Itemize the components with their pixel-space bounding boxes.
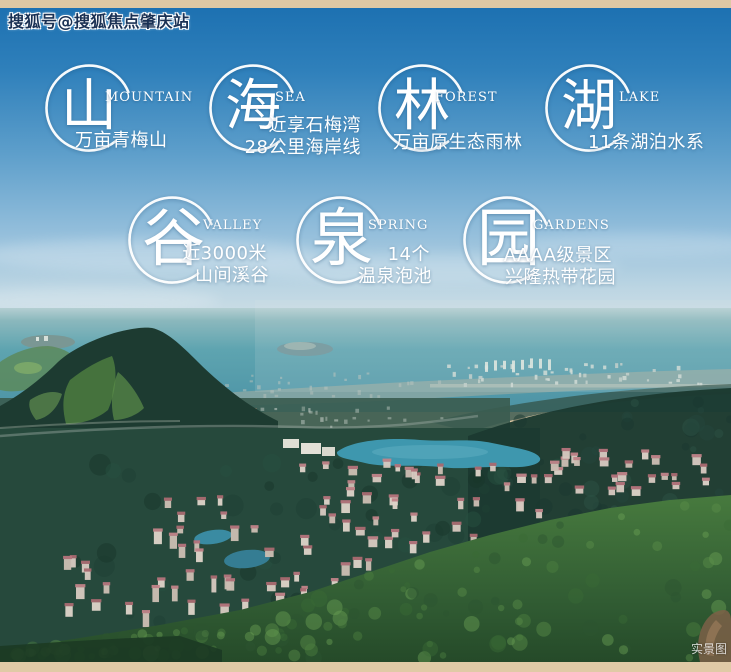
bottom-strip [0,662,731,672]
feature-badge-lake: 湖 LAKE 11条湖泊水系 [545,64,730,176]
feature-badge-sea: 海 SEA 近享石梅湾28公里海岸线 [209,64,394,176]
badge-english-label: SPRING [368,218,428,233]
feature-badge-valley: 谷 VALLEY 近3000米山间溪谷 [128,196,313,308]
badge-description-line: 兴隆热带花园 [505,263,616,289]
badge-description-line: 28公里海岸线 [245,133,361,159]
badge-english-label: MOUNTAIN [105,90,193,105]
feature-badge-forest: 林 FOREST 万亩原生态雨林 [378,64,563,176]
feature-badge-gardens: 园 GARDENS AAAA级景区兴隆热带花园 [463,196,648,308]
watermark-sohu: 搜狐号@搜狐焦点肇庆站 [8,8,190,32]
badge-english-label: FOREST [435,90,498,105]
top-strip [0,0,731,8]
badge-description-line: 温泉泡池 [358,262,432,288]
badge-english-label: VALLEY [203,218,262,233]
watermark-photo-label: 实景图 [691,640,727,657]
badge-english-label: LAKE [619,90,660,105]
feature-badge-mountain: 山 MOUNTAIN 万亩青梅山 [45,64,230,176]
promo-poster: 搜狐号@搜狐焦点肇庆站 实景图 山 MOUNTAIN 万亩青梅山 海 SEA 近… [0,0,731,672]
badge-description-line: 山间溪谷 [195,261,269,287]
badge-description-line: 万亩原生态雨林 [393,128,523,154]
badge-english-label: SEA [275,90,306,105]
badge-description-line: 万亩青梅山 [75,126,168,152]
badge-description-line: 11条湖泊水系 [588,128,704,154]
badge-english-label: GARDENS [533,218,610,233]
feature-badge-spring: 泉 SPRING 14个温泉泡池 [296,196,481,308]
